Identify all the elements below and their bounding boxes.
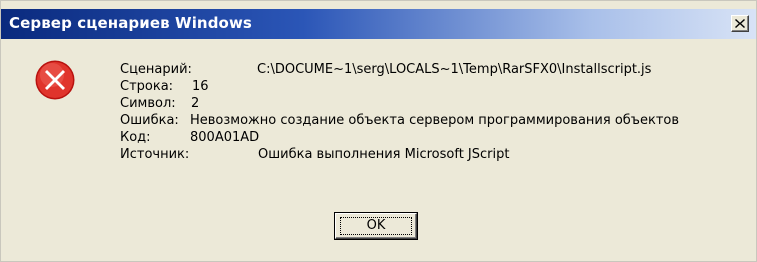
error-icon <box>35 60 75 100</box>
ok-button[interactable]: OK <box>334 212 418 240</box>
close-icon <box>735 19 745 28</box>
title-bar[interactable]: Сервер сценариев Windows <box>1 9 756 39</box>
error-label: Ошибка: <box>120 113 179 128</box>
error-value: Невозможно создание объекта сервером про… <box>190 113 680 128</box>
source-label: Источник: <box>120 147 190 162</box>
code-label: Код: <box>120 130 151 145</box>
char-value: 2 <box>191 96 200 111</box>
code-value: 800A01AD <box>190 130 260 145</box>
window-title: Сервер сценариев Windows <box>9 14 252 32</box>
script-label: Сценарий: <box>120 62 192 77</box>
script-value: C:\DOCUME~1\serg\LOCALS~1\Temp\RarSFX0\I… <box>257 62 652 77</box>
line-value: 16 <box>192 79 209 94</box>
close-button[interactable] <box>731 15 749 32</box>
char-label: Символ: <box>120 96 176 111</box>
line-label: Строка: <box>120 79 174 94</box>
error-dialog: Сервер сценариев Windows Сценарий: C:\DO… <box>0 0 757 262</box>
ok-button-label: OK <box>366 218 386 233</box>
source-value: Ошибка выполнения Microsoft JScript <box>258 147 510 162</box>
